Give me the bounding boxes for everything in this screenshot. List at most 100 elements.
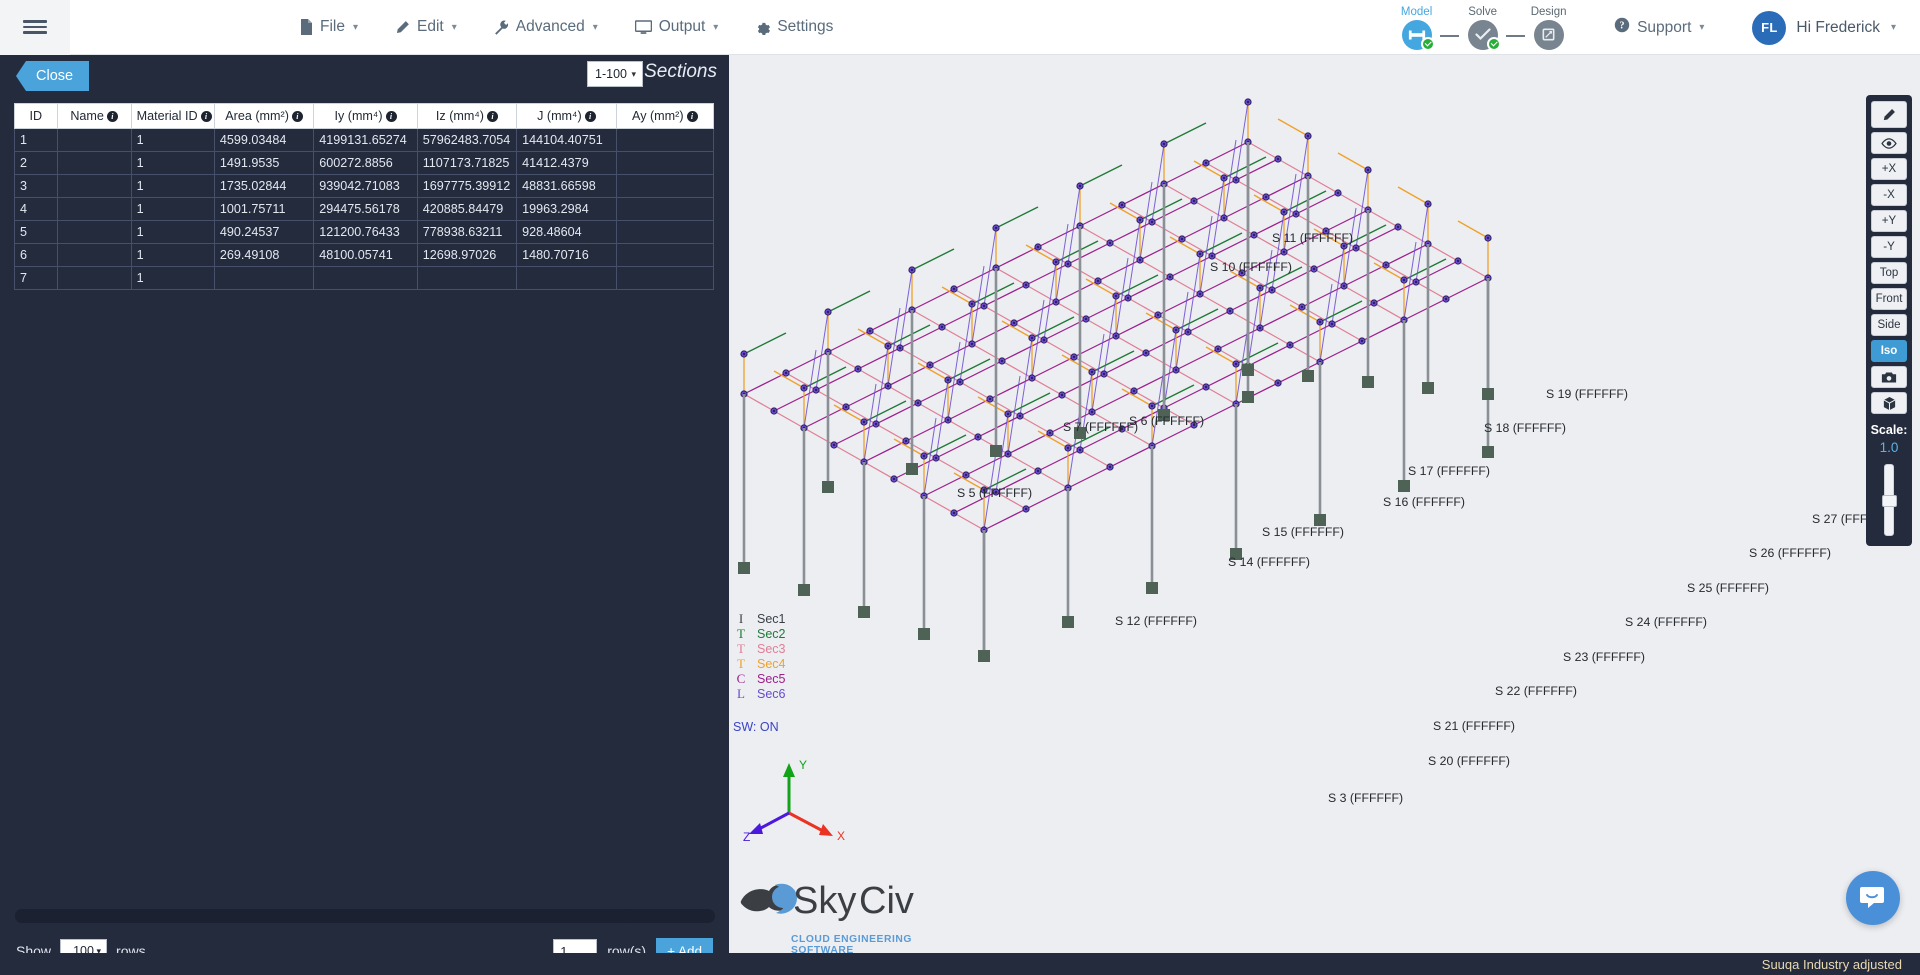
cell-j[interactable]: 41412.4379 [516, 151, 617, 175]
cell-id[interactable]: 7 [14, 266, 58, 290]
cell-ay[interactable] [615, 128, 715, 152]
info-icon[interactable]: i [686, 111, 698, 122]
view-plus-x-button[interactable]: +X [1871, 158, 1907, 180]
menu-item-settings[interactable]: Settings [755, 18, 833, 36]
cell-name[interactable] [56, 197, 132, 221]
cell-area[interactable]: 1735.02844 [213, 174, 315, 198]
cell-ay[interactable] [615, 266, 715, 290]
info-icon[interactable]: i [291, 111, 303, 122]
cell-j[interactable]: 48831.66598 [516, 174, 617, 198]
render-3d-tool-button[interactable] [1871, 392, 1907, 414]
column-header-id[interactable]: ID [14, 103, 58, 129]
cell-area[interactable]: 269.49108 [213, 243, 315, 267]
info-icon[interactable]: i [106, 111, 118, 122]
view-iso-button[interactable]: Iso [1871, 340, 1907, 362]
cell-iz[interactable]: 1107173.71825 [416, 151, 518, 175]
info-icon[interactable]: i [584, 111, 596, 122]
step-design[interactable]: Design [1525, 6, 1572, 50]
menu-item-file[interactable]: File ▾ [300, 18, 358, 36]
cell-area[interactable]: 4599.03484 [213, 128, 315, 152]
step-model[interactable]: Model [1393, 6, 1440, 51]
cell-iy[interactable] [313, 266, 418, 290]
cell-ay[interactable] [615, 174, 715, 198]
column-header-j[interactable]: J (mm⁴) i [516, 103, 617, 129]
hamburger-menu-button[interactable] [0, 0, 70, 55]
cell-iz[interactable]: 1697775.39912 [416, 174, 518, 198]
menu-item-advanced[interactable]: Advanced ▾ [494, 18, 598, 36]
menu-item-output[interactable]: Output ▾ [634, 18, 718, 36]
structural-model-3d[interactable] [729, 55, 1920, 975]
cell-j[interactable] [516, 266, 617, 290]
column-header-ay[interactable]: Ay (mm²) i [615, 103, 715, 129]
cell-id[interactable]: 6 [14, 243, 58, 267]
cell-name[interactable] [56, 174, 132, 198]
cell-name[interactable] [56, 128, 132, 152]
table-row[interactable]: 5 1 490.24537 121200.76433 778938.63211 … [14, 220, 715, 244]
cell-ay[interactable] [615, 197, 715, 221]
info-icon[interactable]: i [200, 111, 212, 122]
cell-name[interactable] [56, 266, 132, 290]
cell-material-id[interactable]: 1 [130, 174, 215, 198]
cell-name[interactable] [56, 151, 132, 175]
cell-material-id[interactable]: 1 [130, 243, 215, 267]
cell-iy[interactable]: 294475.56178 [313, 197, 418, 221]
cell-j[interactable]: 928.48604 [516, 220, 617, 244]
view-plus-y-button[interactable]: +Y [1871, 210, 1907, 232]
cell-j[interactable]: 1480.70716 [516, 243, 617, 267]
cell-j[interactable]: 144104.40751 [516, 128, 617, 152]
cell-ay[interactable] [615, 243, 715, 267]
view-minus-x-button[interactable]: -X [1871, 184, 1907, 206]
table-row[interactable]: 1 1 4599.03484 4199131.65274 57962483.70… [14, 128, 715, 152]
cell-iz[interactable]: 57962483.7054 [416, 128, 518, 152]
cell-j[interactable]: 19963.2984 [516, 197, 617, 221]
column-header-iy[interactable]: Iy (mm⁴) i [313, 103, 418, 129]
cell-name[interactable] [56, 220, 132, 244]
support-menu[interactable]: ? Support ▾ [1614, 17, 1704, 38]
chat-support-button[interactable] [1846, 871, 1900, 925]
page-range-select[interactable]: 1-100 ▾ [587, 61, 643, 87]
cell-iz[interactable] [416, 266, 518, 290]
info-icon[interactable]: i [385, 111, 397, 122]
close-button[interactable]: Close [16, 61, 90, 91]
horizontal-scrollbar[interactable] [15, 909, 715, 923]
cell-material-id[interactable]: 1 [130, 220, 215, 244]
cell-iy[interactable]: 4199131.65274 [313, 128, 418, 152]
cell-material-id[interactable]: 1 [130, 128, 215, 152]
cell-id[interactable]: 4 [14, 197, 58, 221]
table-row[interactable]: 4 1 1001.75711 294475.56178 420885.84479… [14, 197, 715, 221]
info-icon[interactable]: i [486, 111, 498, 122]
table-row[interactable]: 3 1 1735.02844 939042.71083 1697775.3991… [14, 174, 715, 198]
menu-item-edit[interactable]: Edit ▾ [395, 18, 457, 36]
cell-material-id[interactable]: 1 [130, 197, 215, 221]
view-top-button[interactable]: Top [1871, 262, 1907, 284]
cell-iz[interactable]: 420885.84479 [416, 197, 518, 221]
cell-area[interactable]: 1491.9535 [213, 151, 315, 175]
cell-area[interactable]: 490.24537 [213, 220, 315, 244]
cell-ay[interactable] [615, 220, 715, 244]
visibility-tool-button[interactable] [1871, 132, 1907, 154]
scale-slider[interactable] [1882, 464, 1897, 536]
cell-material-id[interactable]: 1 [130, 151, 215, 175]
cell-id[interactable]: 2 [14, 151, 58, 175]
cell-iz[interactable]: 12698.97026 [416, 243, 518, 267]
cell-material-id[interactable]: 1 [130, 266, 215, 290]
cell-iy[interactable]: 600272.8856 [313, 151, 418, 175]
cell-id[interactable]: 1 [14, 128, 58, 152]
view-side-button[interactable]: Side [1871, 314, 1907, 336]
cell-iy[interactable]: 939042.71083 [313, 174, 418, 198]
pencil-tool-button[interactable] [1871, 101, 1907, 128]
table-row[interactable]: 2 1 1491.9535 600272.8856 1107173.71825 … [14, 151, 715, 175]
screenshot-tool-button[interactable] [1871, 366, 1907, 388]
cell-area[interactable] [213, 266, 315, 290]
cell-area[interactable]: 1001.75711 [213, 197, 315, 221]
step-solve[interactable]: Solve [1459, 6, 1506, 51]
view-minus-y-button[interactable]: -Y [1871, 236, 1907, 258]
column-header-material-id[interactable]: Material ID i [130, 103, 215, 129]
model-viewport[interactable]: S 1 (FFFFFF)S 2 (FFFFFF)S 3 (FFFFFF)S 4 … [729, 55, 1920, 975]
cell-id[interactable]: 5 [14, 220, 58, 244]
scrollbar-thumb[interactable] [15, 909, 635, 923]
scale-slider-knob[interactable] [1882, 495, 1897, 507]
column-header-name[interactable]: Name i [56, 103, 132, 129]
cell-ay[interactable] [615, 151, 715, 175]
cell-iz[interactable]: 778938.63211 [416, 220, 518, 244]
